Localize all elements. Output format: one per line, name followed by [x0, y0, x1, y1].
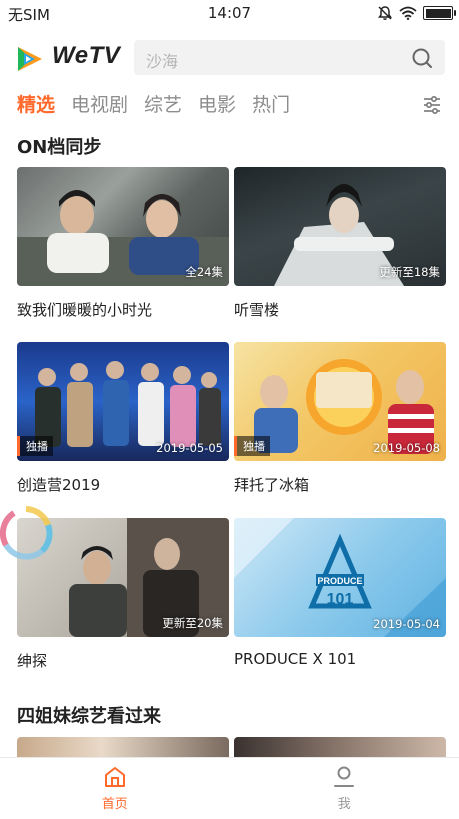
wifi-icon [399, 6, 417, 20]
video-title[interactable]: PRODUCE X 101 [234, 650, 446, 668]
video-title[interactable]: 绅探 [17, 650, 229, 671]
episode-update: 更新至18集 [379, 265, 440, 279]
tab-featured[interactable]: 精选 [17, 90, 55, 122]
filter-settings-icon[interactable] [421, 94, 443, 116]
episode-count: 全24集 [185, 265, 223, 279]
video-title[interactable]: 听雪楼 [234, 299, 446, 320]
section-title-on-air: ON档同步 [17, 137, 102, 158]
video-card[interactable]: 全24集 致我们暖暖的小时光 [17, 167, 229, 320]
svg-text:PRODUCE: PRODUCE [317, 576, 362, 586]
video-title[interactable]: 拜托了冰箱 [234, 474, 446, 495]
home-icon[interactable] [103, 765, 127, 789]
svg-text:101: 101 [327, 591, 354, 608]
status-icons [377, 4, 456, 22]
tab-trending[interactable]: 热门 [252, 90, 290, 122]
video-thumbnail[interactable]: PRODUCE 101 2019-05-04 [234, 518, 446, 637]
nav-me-label: 我 [337, 797, 351, 812]
nav-home[interactable]: 首页 [0, 758, 230, 819]
status-bar: 无SIM 14:07 [0, 0, 459, 26]
user-icon[interactable] [332, 765, 356, 789]
video-card[interactable]: 更新至18集 听雪楼 [234, 167, 446, 320]
air-date: 2019-05-08 [373, 441, 440, 455]
tab-tv-series[interactable]: 电视剧 [71, 90, 128, 122]
video-thumbnail[interactable]: 独播 2019-05-08 [234, 342, 446, 461]
tab-movies[interactable]: 电影 [198, 90, 236, 122]
episode-update: 更新至20集 [162, 616, 223, 630]
search-input[interactable]: 沙海 [134, 40, 445, 75]
air-date: 2019-05-05 [156, 441, 223, 455]
nav-me[interactable]: 我 [230, 758, 459, 819]
exclusive-badge: 独播 [234, 436, 270, 456]
section-title-sisters-variety: 四姐妹综艺看过来 [17, 706, 161, 727]
nav-home-label: 首页 [101, 797, 128, 812]
video-card[interactable]: 独播 2019-05-05 创造营2019 [17, 342, 229, 495]
video-card[interactable]: 独播 2019-05-08 拜托了冰箱 [234, 342, 446, 495]
header: WeTV 沙海 [0, 36, 459, 80]
video-thumbnail[interactable]: 独播 2019-05-05 [17, 342, 229, 461]
video-thumbnail[interactable]: 更新至18集 [234, 167, 446, 286]
battery-icon [423, 6, 456, 20]
search-icon[interactable] [411, 47, 433, 69]
video-title[interactable]: 创造营2019 [17, 474, 229, 495]
air-date: 2019-05-04 [373, 617, 440, 631]
mute-bell-icon [378, 6, 392, 20]
video-thumbnail[interactable]: 全24集 [17, 167, 229, 286]
wetv-logo-icon [18, 47, 42, 71]
bottom-nav: 首页 我 [0, 757, 459, 819]
video-title[interactable]: 致我们暖暖的小时光 [17, 299, 229, 320]
brand-name: WeTV [52, 42, 121, 69]
tab-variety[interactable]: 综艺 [144, 90, 182, 122]
search-placeholder: 沙海 [146, 52, 179, 71]
exclusive-badge: 独播 [17, 436, 53, 456]
video-card[interactable]: PRODUCE 101 2019-05-04 PRODUCE X 101 [234, 518, 446, 668]
category-tabs: 精选 电视剧 综艺 电影 热门 [17, 90, 290, 122]
loading-spinner-icon [0, 506, 53, 560]
